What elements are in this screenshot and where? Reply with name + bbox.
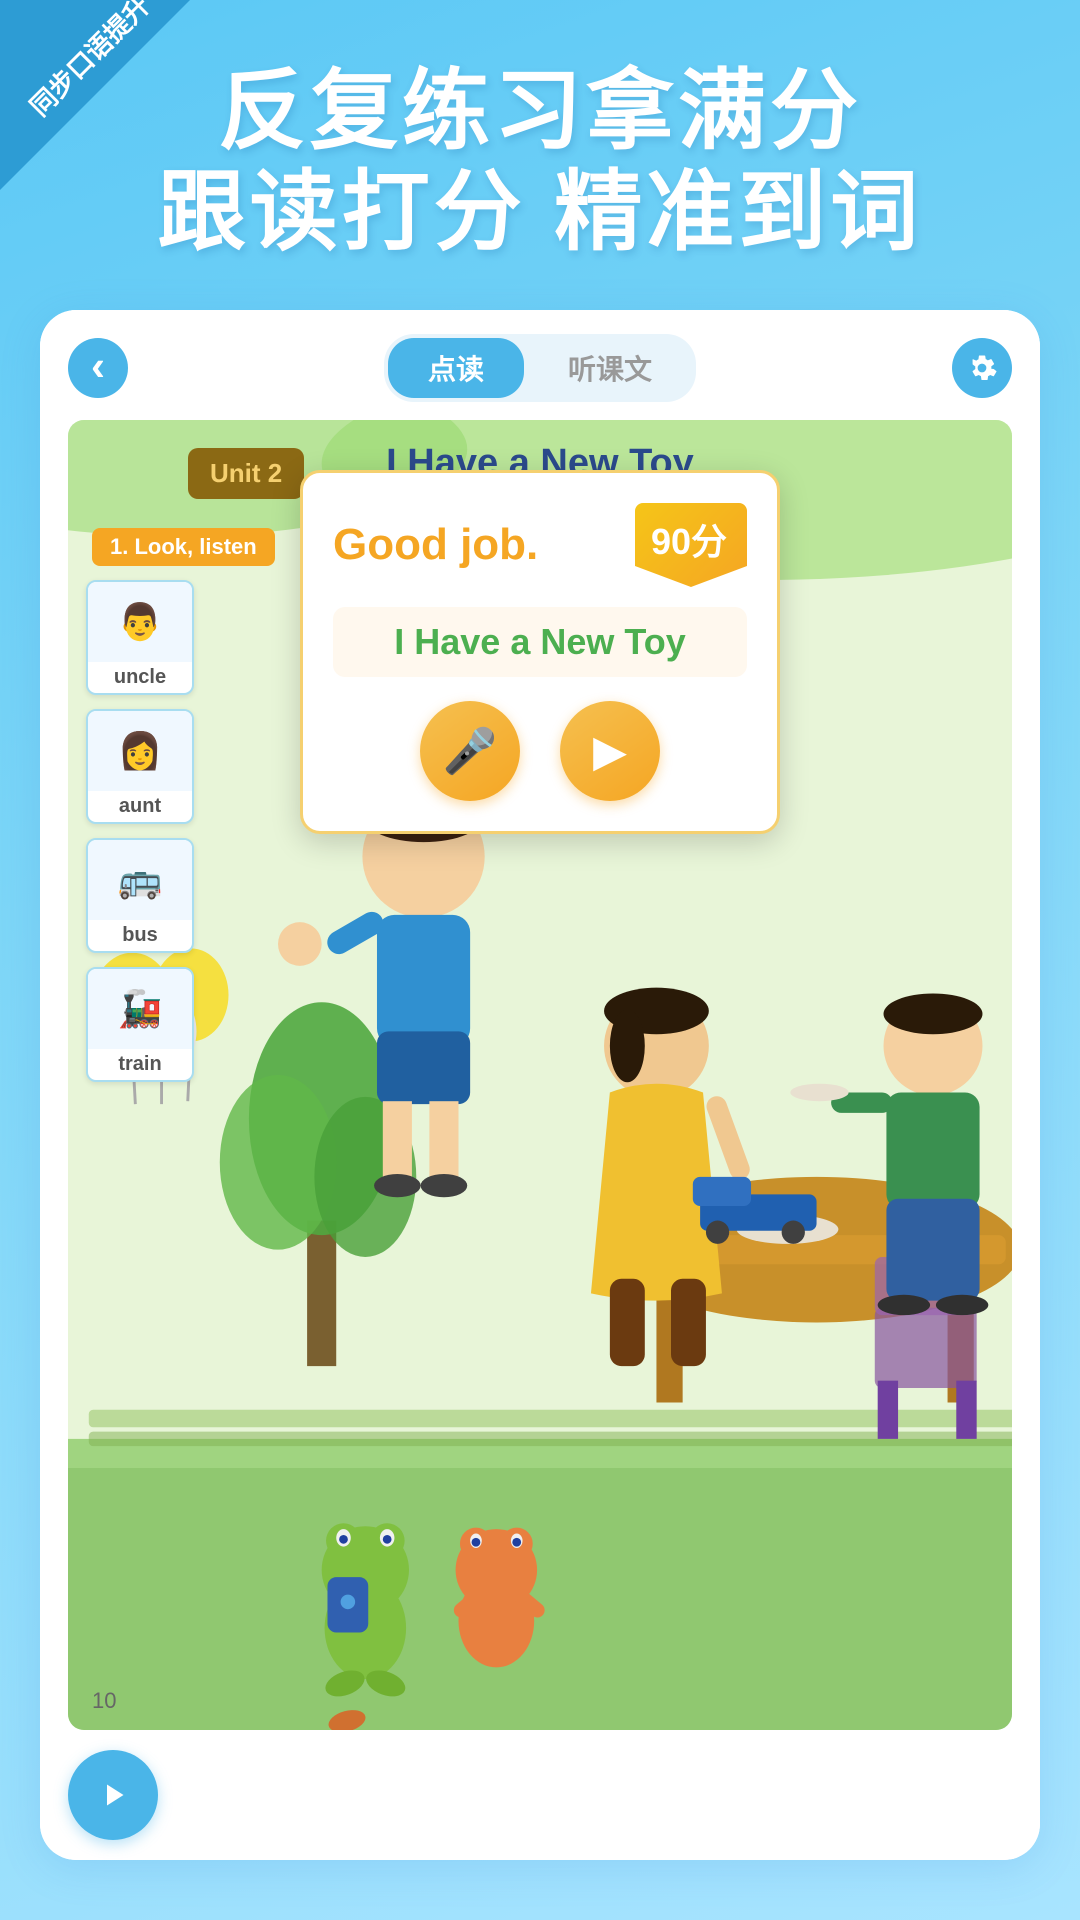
tab-diandu[interactable]: 点读 [388,338,524,398]
train-label: train [88,1049,192,1080]
microphone-icon: 🎤 [443,725,498,777]
bus-label: bus [88,920,192,951]
mic-button[interactable]: 🎤 [420,701,520,801]
look-listen-label: 1. Look, listen [92,528,275,566]
popup-buttons: 🎤 ▶ [333,701,747,801]
train-icon: 🚂 [88,969,192,1049]
score-popup-header: Good job. 90分 [333,503,747,587]
tab-group: 点读 听课文 [384,334,696,402]
back-button[interactable] [68,338,128,398]
score-text-row: I Have a New Toy [333,607,747,677]
aunt-icon: 👩 [88,711,192,791]
tab-tingkewen[interactable]: 听课文 [528,338,692,398]
score-phrase: I Have a New Toy [353,621,727,663]
aunt-label: aunt [88,791,192,822]
bottom-controls [40,1730,1040,1860]
unit-label: Unit 2 [188,448,304,499]
replay-button[interactable]: ▶ [560,701,660,801]
vocab-card-aunt[interactable]: 👩 aunt [86,709,194,824]
page-number: 10 [92,1688,116,1714]
bus-icon: 🚌 [88,840,192,920]
vocab-cards: 👨 uncle 👩 aunt 🚌 bus 🚂 train [86,580,194,1082]
vocab-card-uncle[interactable]: 👨 uncle [86,580,194,695]
vocab-card-train[interactable]: 🚂 train [86,967,194,1082]
play-main-button[interactable] [68,1750,158,1840]
card-header: 点读 听课文 [40,310,1040,420]
play-icon: ▶ [593,726,627,777]
vocab-card-bus[interactable]: 🚌 bus [86,838,194,953]
score-badge: 90分 [635,503,747,587]
settings-button[interactable] [952,338,1012,398]
textbook-area: Unit 2 I Have a New Toy 1. Look, listen … [68,420,1012,1730]
uncle-label: uncle [88,662,192,693]
score-popup: Good job. 90分 I Have a New Toy 🎤 ▶ [300,470,780,834]
uncle-icon: 👨 [88,582,192,662]
main-card: 点读 听课文 [40,310,1040,1860]
good-job-text: Good job. [333,520,538,570]
